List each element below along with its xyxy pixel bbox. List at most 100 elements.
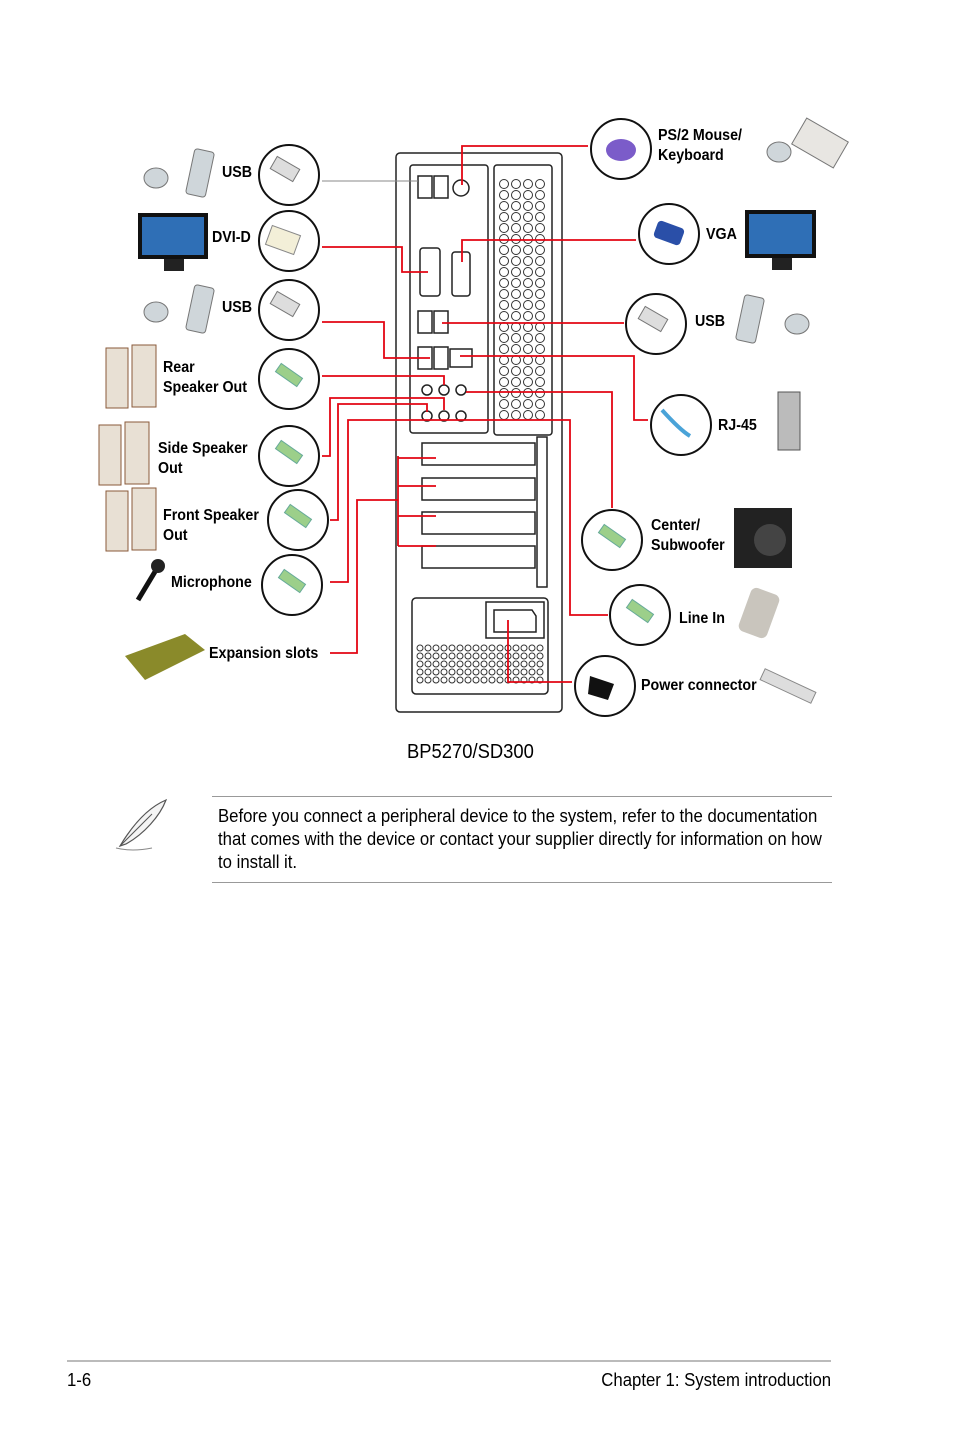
- vent-hole: [432, 676, 440, 684]
- vent-hole: [416, 668, 424, 676]
- vent-hole: [480, 660, 488, 668]
- vent-hole: [464, 652, 472, 660]
- rj45-plug-circle: [650, 394, 712, 456]
- vent-hole: [480, 668, 488, 676]
- vent-hole: [523, 410, 533, 420]
- vent-hole: [535, 366, 545, 376]
- vent-hole: [424, 660, 432, 668]
- vent-hole: [472, 668, 480, 676]
- vent-hole: [499, 366, 509, 376]
- vent-hole: [440, 676, 448, 684]
- vent-hole: [448, 668, 456, 676]
- vent-hole: [511, 223, 521, 233]
- vent-hole: [535, 234, 545, 244]
- vent-hole: [523, 333, 533, 343]
- microphone-icon: [135, 559, 165, 602]
- vent-hole: [511, 410, 521, 420]
- expansion-card-icon: [125, 634, 205, 680]
- vent-hole: [536, 652, 544, 660]
- vent-hole: [499, 399, 509, 409]
- vent-hole: [480, 652, 488, 660]
- vent-hole: [432, 660, 440, 668]
- vent-hole: [416, 644, 424, 652]
- label-rear-speaker-out: Rear Speaker Out: [163, 359, 248, 396]
- vent-hole: [523, 190, 533, 200]
- vent-hole: [536, 644, 544, 652]
- label-front-speaker-out: Front Speaker Out: [163, 507, 259, 544]
- vent-hole: [536, 668, 544, 676]
- vent-hole: [535, 311, 545, 321]
- monitor-icon: [138, 213, 208, 271]
- vent-hole: [511, 333, 521, 343]
- vent-hole: [535, 267, 545, 277]
- vent-hole: [528, 660, 536, 668]
- vent-hole: [464, 660, 472, 668]
- vent-hole: [499, 234, 509, 244]
- vent-hole: [499, 267, 509, 277]
- vent-hole: [511, 399, 521, 409]
- vent-hole: [523, 234, 533, 244]
- vent-hole: [424, 668, 432, 676]
- vent-hole: [499, 278, 509, 288]
- vent-hole: [523, 366, 533, 376]
- vent-hole: [523, 377, 533, 387]
- vent-hole: [511, 190, 521, 200]
- vent-hole: [511, 388, 521, 398]
- vent-hole: [523, 300, 533, 310]
- vent-hole: [523, 267, 533, 277]
- vent-hole: [432, 668, 440, 676]
- vent-hole: [488, 644, 496, 652]
- vent-hole: [511, 311, 521, 321]
- label-ps2: PS/2 Mouse/Keyboard: [658, 127, 743, 164]
- vent-hole: [535, 399, 545, 409]
- label-line-in: Line In: [679, 610, 725, 627]
- vent-hole: [499, 212, 509, 222]
- chapter-title: Chapter 1: System introduction: [601, 1370, 831, 1390]
- vent-hole: [480, 644, 488, 652]
- vent-hole: [440, 668, 448, 676]
- vent-hole: [499, 377, 509, 387]
- vent-hole: [520, 668, 528, 676]
- monitor-icon: [745, 210, 816, 270]
- vent-hole: [464, 676, 472, 684]
- label-power-connector: Power connector: [641, 677, 757, 694]
- vent-hole: [523, 201, 533, 211]
- vent-hole: [511, 179, 521, 189]
- vent-hole: [511, 278, 521, 288]
- vent-hole: [456, 660, 464, 668]
- rear-panel-diagram: [98, 117, 849, 717]
- vent-hole: [535, 201, 545, 211]
- vent-hole: [424, 652, 432, 660]
- vent-hole: [535, 212, 545, 222]
- vent-hole: [511, 245, 521, 255]
- vent-hole: [432, 652, 440, 660]
- feather-pen-icon: [115, 798, 168, 851]
- vent-hole: [416, 660, 424, 668]
- vent-hole: [499, 190, 509, 200]
- vent-hole: [488, 660, 496, 668]
- label-expansion-slots: Expansion slots: [209, 645, 319, 662]
- vent-hole: [496, 668, 504, 676]
- vent-hole: [523, 278, 533, 288]
- vent-hole: [520, 652, 528, 660]
- chassis-rear-panel: [395, 152, 563, 713]
- vent-hole: [499, 410, 509, 420]
- vent-hole: [535, 190, 545, 200]
- vent-hole: [488, 676, 496, 684]
- vent-hole: [499, 256, 509, 266]
- vent-hole: [535, 410, 545, 420]
- vent-hole: [535, 333, 545, 343]
- vent-hole: [448, 652, 456, 660]
- power-strip-icon: [759, 668, 817, 704]
- vent-hole: [456, 652, 464, 660]
- vent-hole: [512, 660, 520, 668]
- vent-hole: [523, 311, 533, 321]
- speaker-icon: [98, 344, 157, 552]
- router-icon: [777, 391, 801, 451]
- vent-hole: [488, 652, 496, 660]
- vent-hole: [511, 377, 521, 387]
- vent-hole: [523, 399, 533, 409]
- vent-hole: [488, 668, 496, 676]
- vent-hole: [523, 344, 533, 354]
- vent-hole: [523, 223, 533, 233]
